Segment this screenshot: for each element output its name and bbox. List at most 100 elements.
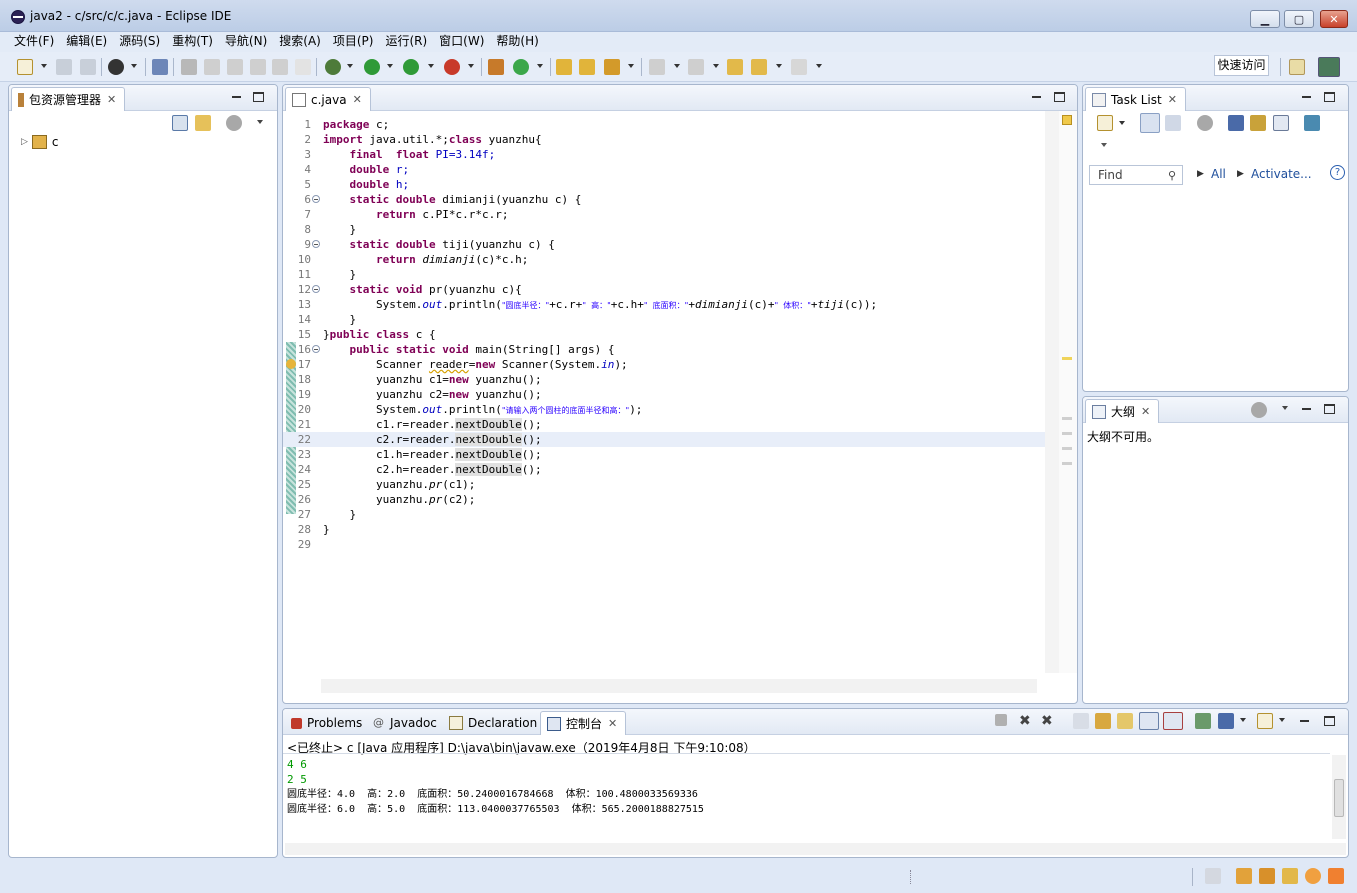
menu-search[interactable]: 搜索(A) [273, 32, 327, 52]
minimize-icon[interactable] [1301, 404, 1312, 414]
menu-refactor[interactable]: 重构(T) [166, 32, 219, 52]
tab-task-list[interactable]: Task List ✕ [1085, 87, 1186, 111]
open-perspective-icon[interactable] [1289, 59, 1305, 75]
tab-package-explorer[interactable]: 包资源管理器 ✕ [11, 87, 126, 111]
search-dropdown-icon[interactable] [628, 64, 634, 68]
java-perspective-icon[interactable] [1318, 57, 1340, 77]
show-stdout-icon[interactable] [1139, 712, 1159, 730]
show-stderr-icon[interactable] [1163, 712, 1183, 730]
help-icon[interactable]: ? [1330, 165, 1345, 180]
warning-icon[interactable] [286, 359, 296, 369]
word-wrap-icon[interactable] [272, 59, 288, 75]
close-icon[interactable]: ✕ [107, 93, 116, 106]
menu-file[interactable]: 文件(F) [8, 32, 60, 52]
all-link[interactable]: All [1211, 167, 1226, 181]
hide-completed-icon[interactable] [1228, 115, 1244, 131]
maximize-icon[interactable] [1324, 404, 1335, 414]
remove-all-icon[interactable]: ✖ [1041, 713, 1057, 729]
collapse-all-icon[interactable] [172, 115, 188, 131]
overview-marker[interactable] [1062, 357, 1072, 360]
open-console-dropdown-icon[interactable] [1279, 718, 1285, 722]
close-icon[interactable]: ✕ [1141, 405, 1150, 418]
minimize-icon[interactable] [1299, 716, 1310, 726]
new-class-dropdown-icon[interactable] [537, 64, 543, 68]
terminate-icon[interactable] [995, 714, 1007, 726]
warning-marker-icon[interactable] [1062, 115, 1072, 125]
lifebuoy-icon[interactable] [1305, 868, 1321, 884]
run-dropdown-icon[interactable] [387, 64, 393, 68]
wand-icon[interactable] [1282, 868, 1298, 884]
link-with-editor-icon[interactable] [195, 115, 211, 131]
block-selection-icon[interactable] [250, 59, 266, 75]
fold-icon[interactable] [312, 195, 320, 203]
quick-access-field[interactable]: 快速访问 [1214, 55, 1269, 76]
display-console-icon[interactable] [1218, 713, 1234, 729]
coverage-dropdown-icon[interactable] [428, 64, 434, 68]
menu-project[interactable]: 项目(P) [327, 32, 380, 52]
console-vertical-scrollbar[interactable] [1332, 755, 1346, 839]
tab-javadoc[interactable]: @ Javadoc [367, 711, 445, 735]
external-tools-dropdown-icon[interactable] [468, 64, 474, 68]
tab-problems[interactable]: Problems [285, 711, 370, 735]
overview-marker[interactable] [1062, 462, 1072, 465]
pin-console-icon[interactable] [1195, 713, 1211, 729]
tree-item[interactable]: ▷ c [21, 135, 59, 149]
menu-run[interactable]: 运行(R) [379, 32, 433, 52]
external-tools-icon[interactable] [444, 59, 460, 75]
edit-icon[interactable] [204, 59, 220, 75]
maximize-icon[interactable] [253, 92, 264, 102]
menu-window[interactable]: 窗口(W) [433, 32, 490, 52]
previous-annotation-dropdown-icon[interactable] [713, 64, 719, 68]
next-annotation-icon[interactable] [649, 59, 665, 75]
minimize-icon[interactable] [1301, 92, 1312, 102]
mark-occurrences-icon[interactable] [181, 59, 197, 75]
toggle-breakpoint-icon[interactable] [152, 59, 168, 75]
back-icon[interactable] [751, 59, 767, 75]
rss-icon[interactable] [1328, 868, 1344, 884]
editor-vertical-scrollbar[interactable] [1045, 111, 1059, 673]
tab-outline[interactable]: 大纲 ✕ [1085, 399, 1160, 423]
tab-console[interactable]: 控制台 ✕ [540, 711, 627, 735]
view-menu-icon[interactable] [1101, 143, 1107, 147]
new-java-project-icon[interactable] [488, 59, 504, 75]
menu-source[interactable]: 源码(S) [113, 32, 166, 52]
save-icon[interactable] [56, 59, 72, 75]
open-type-icon[interactable] [556, 59, 572, 75]
open-resource-icon[interactable] [579, 59, 595, 75]
view-menu-icon[interactable] [1282, 406, 1288, 410]
debug-icon[interactable] [325, 59, 341, 75]
clear-console-icon[interactable] [1073, 713, 1089, 729]
close-icon[interactable]: ✕ [353, 93, 362, 106]
scroll-thumb[interactable] [1334, 779, 1344, 817]
forward-icon[interactable] [791, 59, 807, 75]
code-editor[interactable]: 1 package c; 2 import java.util.*;class yu… [283, 111, 1077, 703]
categorized-icon[interactable] [1140, 113, 1160, 133]
code-area[interactable]: 1 package c; 2 import java.util.*;class yu… [283, 117, 1047, 552]
whitespace-icon[interactable] [295, 59, 311, 75]
back-dropdown-icon[interactable] [776, 64, 782, 68]
maximize-icon[interactable] [1324, 716, 1335, 726]
remove-launch-icon[interactable]: ✖ [1019, 713, 1035, 729]
book-icon[interactable] [1236, 868, 1252, 884]
menu-help[interactable]: 帮助(H) [490, 32, 544, 52]
minimize-button[interactable]: ▁ [1250, 10, 1280, 28]
new-task-dropdown-icon[interactable] [1119, 121, 1125, 125]
console-output[interactable]: 4 6 2 5 圆底半径：4.0 高：2.0 底面积：50.2400016784… [283, 753, 1330, 841]
user-dropdown-icon[interactable] [131, 64, 137, 68]
new-dropdown-icon[interactable] [41, 64, 47, 68]
filters-icon[interactable] [226, 115, 242, 131]
fold-icon[interactable] [312, 285, 320, 293]
graduation-cap-icon[interactable] [1259, 868, 1275, 884]
link-icon[interactable] [227, 59, 243, 75]
menu-edit[interactable]: 编辑(E) [60, 32, 113, 52]
fold-icon[interactable] [312, 240, 320, 248]
previous-annotation-icon[interactable] [688, 59, 704, 75]
collapse-tasks-icon[interactable] [1273, 115, 1289, 131]
maximize-icon[interactable] [1324, 92, 1335, 102]
scroll-lock-icon[interactable] [1095, 713, 1111, 729]
activate-link[interactable]: Activate... [1251, 167, 1312, 181]
search-icon[interactable] [604, 59, 620, 75]
open-console-icon[interactable] [1257, 713, 1273, 729]
editor-horizontal-scrollbar[interactable] [321, 679, 1037, 693]
expand-icon[interactable]: ▷ [21, 137, 28, 147]
